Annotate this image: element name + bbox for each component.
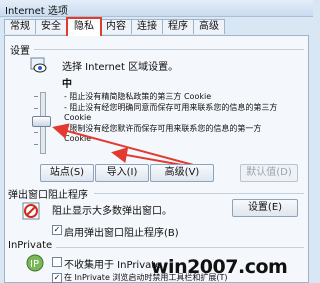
inprivate-group-label: InPrivate [8,240,53,251]
advanced-button[interactable]: 高级(V) [150,164,214,182]
popup-settings-button[interactable]: 设置(E) [232,199,298,217]
popup-divider [94,193,304,194]
site-watermark: win2007.com [151,256,288,278]
popup-blocked-icon [22,202,40,220]
inprivate-icon: IP [26,254,44,272]
popup-enable-label: 启用弹出窗口阻止程序(B) [64,228,179,239]
inprivate-option1-checkbox[interactable] [52,257,62,267]
svg-text:IP: IP [30,259,39,270]
sites-button[interactable]: 站点(S) [40,164,94,182]
popup-group-label: 弹出窗口阻止程序 [8,190,88,201]
inprivate-option2-checkbox[interactable]: ✓ [52,273,62,283]
inprivate-divider [56,247,304,248]
tab-privacy[interactable]: 隐私 [66,17,102,36]
inprivate-option1-label: 不收集用于 InPrivate [64,260,162,271]
popup-description: 阻止显示大多数弹出窗口。 [52,206,172,217]
default-button[interactable]: 默认值(D) [240,164,298,182]
popup-enable-checkbox[interactable]: ✓ [52,225,62,235]
import-button[interactable]: 导入(I) [95,164,149,182]
